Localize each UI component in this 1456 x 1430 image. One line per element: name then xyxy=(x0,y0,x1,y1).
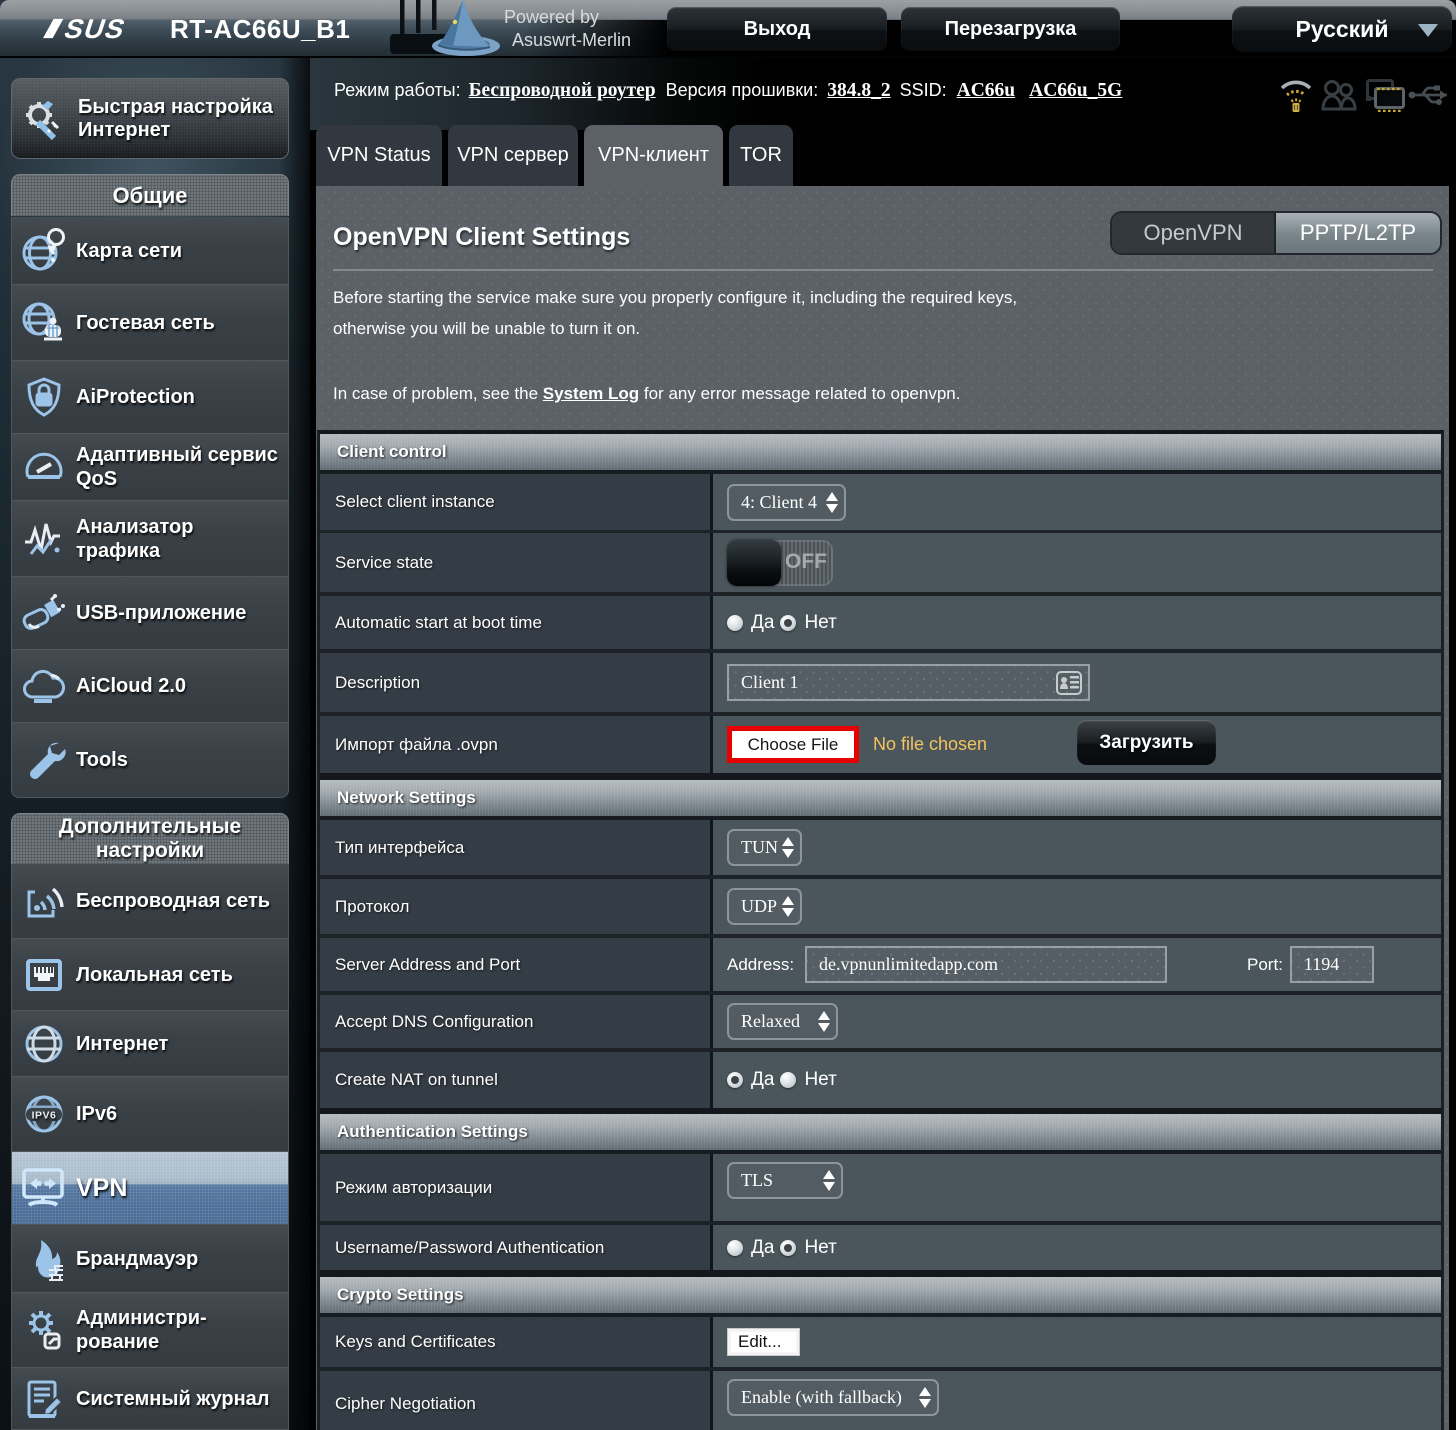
svg-text:SUS: SUS xyxy=(61,15,131,42)
svg-text:IPV6: IPV6 xyxy=(32,1110,57,1122)
